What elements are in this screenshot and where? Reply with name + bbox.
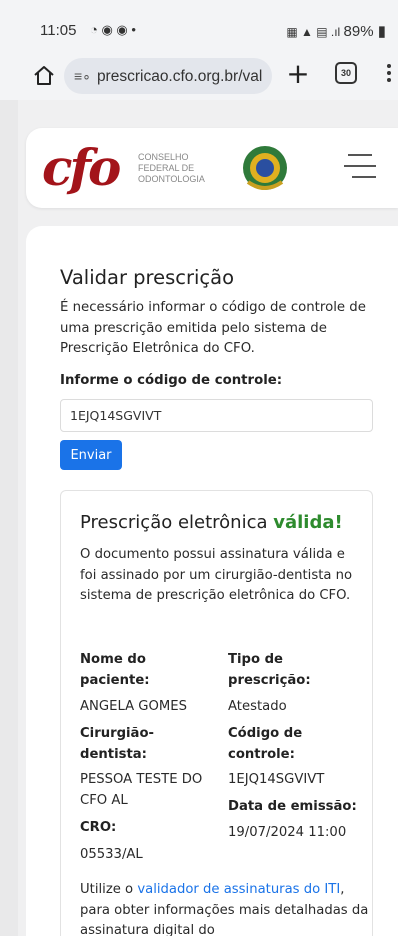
send-button[interactable]: Enviar bbox=[60, 440, 122, 470]
brazil-coat-of-arms-icon bbox=[243, 146, 287, 190]
control-code-input[interactable] bbox=[60, 399, 373, 432]
code-field-label: Informe o código de controle: bbox=[60, 373, 283, 388]
form-description: É necessário informar o código de contro… bbox=[60, 300, 366, 356]
notification-icons: ◔ ◉ ◉ • bbox=[90, 22, 136, 37]
battery-level: 89% bbox=[343, 23, 374, 40]
iti-validator-note: Utilize o validador de assinaturas do IT… bbox=[80, 882, 369, 936]
code-value: 1EJQ14SGVIVT bbox=[228, 772, 325, 787]
dentist-value: PESSOA TESTE DO CFO AL bbox=[80, 772, 203, 808]
site-header: cfo CONSELHO FEDERAL DE ODONTOLOGIA bbox=[26, 128, 398, 208]
iti-validator-link[interactable]: validador de assinaturas do ITI bbox=[137, 882, 340, 897]
more-menu-icon[interactable] bbox=[384, 62, 394, 86]
type-label: Tipo de prescrição: bbox=[228, 652, 311, 688]
type-value: Atestado bbox=[228, 699, 287, 714]
patient-value: ANGELA GOMES bbox=[80, 699, 187, 714]
tabs-count-button[interactable]: 30 bbox=[335, 62, 357, 84]
page-title: Validar prescrição bbox=[60, 266, 235, 289]
signal-icon: ▦ ▲ ▤ .ıl bbox=[286, 25, 344, 39]
site-settings-icon[interactable]: ≡∘ bbox=[74, 68, 91, 84]
result-title: Prescrição eletrônica válida! bbox=[80, 512, 343, 533]
hamburger-menu-icon[interactable] bbox=[344, 154, 376, 180]
valid-status: válida! bbox=[273, 512, 343, 533]
date-label: Data de emissão: bbox=[228, 799, 357, 814]
battery-icon: ▮ bbox=[373, 23, 386, 40]
cro-label: CRO: bbox=[80, 820, 117, 835]
logo-subtitle: CONSELHO FEDERAL DE ODONTOLOGIA bbox=[138, 152, 205, 184]
url-text: prescricao.cfo.org.br/val bbox=[96, 68, 263, 85]
result-description: O documento possui assinatura válida e f… bbox=[80, 547, 353, 603]
date-value: 19/07/2024 11:00 bbox=[228, 825, 347, 840]
cro-value: 05533/AL bbox=[80, 847, 143, 862]
dentist-label: Cirurgião-dentista: bbox=[80, 726, 154, 762]
cfo-logo[interactable]: cfo bbox=[42, 138, 121, 197]
home-icon[interactable] bbox=[32, 64, 56, 88]
patient-label: Nome do paciente: bbox=[80, 652, 150, 688]
status-time: 11:05 bbox=[40, 22, 77, 39]
status-bar: 11:05 ◔ ◉ ◉ • ▦ ▲ ▤ .ıl 89% ▮ bbox=[0, 0, 398, 56]
new-tab-icon[interactable]: + bbox=[284, 60, 312, 88]
url-field[interactable]: ≡∘ prescricao.cfo.org.br/val bbox=[64, 58, 272, 94]
status-right: ▦ ▲ ▤ .ıl 89% ▮ bbox=[286, 22, 386, 40]
code-label: Código de controle: bbox=[228, 726, 303, 762]
browser-toolbar: ≡∘ prescricao.cfo.org.br/val + 30 bbox=[0, 56, 398, 100]
